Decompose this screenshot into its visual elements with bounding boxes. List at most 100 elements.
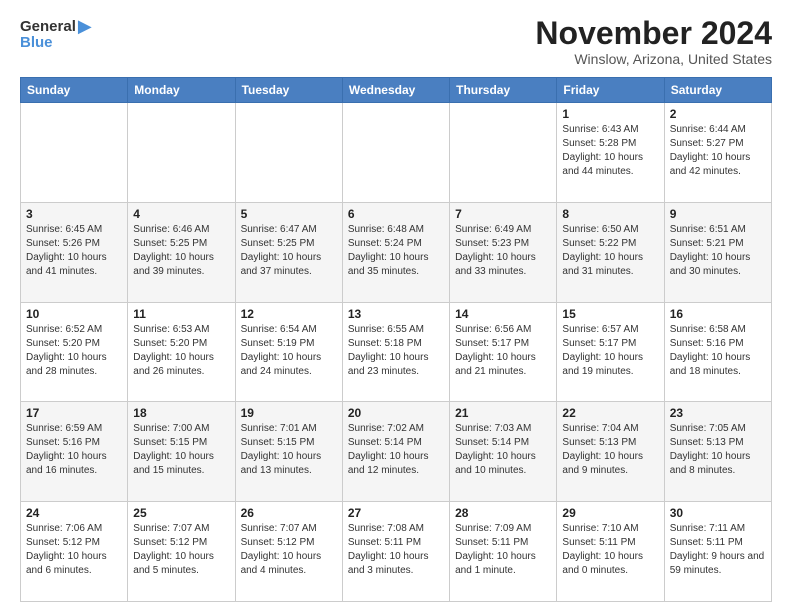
day-number: 5 bbox=[241, 207, 337, 221]
header: General ▶ Blue November 2024 Winslow, Ar… bbox=[20, 16, 772, 67]
calendar-cell: 21 Sunrise: 7:03 AMSunset: 5:14 PMDayligh… bbox=[450, 402, 557, 502]
day-number: 15 bbox=[562, 307, 658, 321]
title-block: November 2024 Winslow, Arizona, United S… bbox=[535, 16, 772, 67]
calendar-cell: 1 Sunrise: 6:43 AMSunset: 5:28 PMDaylight… bbox=[557, 103, 664, 203]
cell-info: Sunrise: 7:04 AMSunset: 5:13 PMDaylight:… bbox=[562, 422, 658, 478]
calendar-cell: 16Sunrise: 6:58 AMSunset: 5:16 PMDayligh… bbox=[664, 302, 771, 402]
day-number: 27 bbox=[348, 506, 444, 520]
calendar-cell: 29 Sunrise: 7:10 AMSunset: 5:11 PMDayligh… bbox=[557, 502, 664, 602]
day-number: 14 bbox=[455, 307, 551, 321]
page: General ▶ Blue November 2024 Winslow, Ar… bbox=[0, 0, 792, 612]
weekday-header-friday: Friday bbox=[557, 78, 664, 103]
cell-info: Sunrise: 7:06 AMSunset: 5:12 PMDaylight:… bbox=[26, 522, 122, 578]
day-number: 11 bbox=[133, 307, 229, 321]
calendar-cell: 26Sunrise: 7:07 AMSunset: 5:12 PMDayligh… bbox=[235, 502, 342, 602]
cell-info: Sunrise: 6:47 AMSunset: 5:25 PMDaylight:… bbox=[241, 223, 337, 279]
weekday-header-monday: Monday bbox=[128, 78, 235, 103]
cell-info: Sunrise: 7:01 AMSunset: 5:15 PMDaylight:… bbox=[241, 422, 337, 478]
calendar-cell bbox=[450, 103, 557, 203]
cell-info: Sunrise: 6:57 AMSunset: 5:17 PMDaylight:… bbox=[562, 323, 658, 379]
calendar-cell: 18Sunrise: 7:00 AMSunset: 5:15 PMDayligh… bbox=[128, 402, 235, 502]
week-row-1: 1 Sunrise: 6:43 AMSunset: 5:28 PMDaylight… bbox=[21, 103, 772, 203]
month-title: November 2024 bbox=[535, 16, 772, 51]
weekday-header-thursday: Thursday bbox=[450, 78, 557, 103]
calendar-cell: 7 Sunrise: 6:49 AMSunset: 5:23 PMDaylight… bbox=[450, 202, 557, 302]
cell-info: Sunrise: 7:08 AMSunset: 5:11 PMDaylight:… bbox=[348, 522, 444, 578]
day-number: 13 bbox=[348, 307, 444, 321]
calendar-cell bbox=[128, 103, 235, 203]
calendar-cell: 13 Sunrise: 6:55 AMSunset: 5:18 PMDayligh… bbox=[342, 302, 449, 402]
week-row-2: 3Sunrise: 6:45 AMSunset: 5:26 PMDaylight… bbox=[21, 202, 772, 302]
calendar-table: SundayMondayTuesdayWednesdayThursdayFrid… bbox=[20, 77, 772, 602]
calendar-cell: 25Sunrise: 7:07 AMSunset: 5:12 PMDayligh… bbox=[128, 502, 235, 602]
calendar-cell: 14 Sunrise: 6:56 AMSunset: 5:17 PMDayligh… bbox=[450, 302, 557, 402]
weekday-header-wednesday: Wednesday bbox=[342, 78, 449, 103]
day-number: 29 bbox=[562, 506, 658, 520]
day-number: 23 bbox=[670, 406, 766, 420]
logo-general-text: General bbox=[20, 18, 76, 35]
cell-info: Sunrise: 6:53 AMSunset: 5:20 PMDaylight:… bbox=[133, 323, 229, 379]
cell-info: Sunrise: 6:56 AMSunset: 5:17 PMDaylight:… bbox=[455, 323, 551, 379]
day-number: 12 bbox=[241, 307, 337, 321]
day-number: 9 bbox=[670, 207, 766, 221]
calendar-cell bbox=[235, 103, 342, 203]
cell-info: Sunrise: 7:02 AMSunset: 5:14 PMDaylight:… bbox=[348, 422, 444, 478]
day-number: 3 bbox=[26, 207, 122, 221]
cell-info: Sunrise: 6:43 AMSunset: 5:28 PMDaylight:… bbox=[562, 123, 658, 179]
day-number: 6 bbox=[348, 207, 444, 221]
week-row-5: 24 Sunrise: 7:06 AMSunset: 5:12 PMDayligh… bbox=[21, 502, 772, 602]
cell-info: Sunrise: 6:58 AMSunset: 5:16 PMDaylight:… bbox=[670, 323, 766, 379]
calendar-cell: 23 Sunrise: 7:05 AMSunset: 5:13 PMDayligh… bbox=[664, 402, 771, 502]
calendar-cell: 22Sunrise: 7:04 AMSunset: 5:13 PMDayligh… bbox=[557, 402, 664, 502]
cell-info: Sunrise: 7:00 AMSunset: 5:15 PMDaylight:… bbox=[133, 422, 229, 478]
calendar-cell: 28 Sunrise: 7:09 AMSunset: 5:11 PMDayligh… bbox=[450, 502, 557, 602]
cell-info: Sunrise: 6:54 AMSunset: 5:19 PMDaylight:… bbox=[241, 323, 337, 379]
cell-info: Sunrise: 7:11 AMSunset: 5:11 PMDaylight:… bbox=[670, 522, 766, 578]
cell-info: Sunrise: 7:07 AMSunset: 5:12 PMDaylight:… bbox=[241, 522, 337, 578]
calendar-cell: 5 Sunrise: 6:47 AMSunset: 5:25 PMDaylight… bbox=[235, 202, 342, 302]
day-number: 8 bbox=[562, 207, 658, 221]
calendar-cell: 2Sunrise: 6:44 AMSunset: 5:27 PMDaylight… bbox=[664, 103, 771, 203]
day-number: 10 bbox=[26, 307, 122, 321]
calendar-cell: 6 Sunrise: 6:48 AMSunset: 5:24 PMDaylight… bbox=[342, 202, 449, 302]
cell-info: Sunrise: 7:09 AMSunset: 5:11 PMDaylight:… bbox=[455, 522, 551, 578]
cell-info: Sunrise: 7:05 AMSunset: 5:13 PMDaylight:… bbox=[670, 422, 766, 478]
calendar-cell: 20 Sunrise: 7:02 AMSunset: 5:14 PMDayligh… bbox=[342, 402, 449, 502]
cell-info: Sunrise: 6:52 AMSunset: 5:20 PMDaylight:… bbox=[26, 323, 122, 379]
calendar-cell: 24 Sunrise: 7:06 AMSunset: 5:12 PMDayligh… bbox=[21, 502, 128, 602]
location: Winslow, Arizona, United States bbox=[535, 51, 772, 67]
cell-info: Sunrise: 6:44 AMSunset: 5:27 PMDaylight:… bbox=[670, 123, 766, 179]
day-number: 19 bbox=[241, 406, 337, 420]
day-number: 20 bbox=[348, 406, 444, 420]
calendar-cell bbox=[342, 103, 449, 203]
weekday-header-row: SundayMondayTuesdayWednesdayThursdayFrid… bbox=[21, 78, 772, 103]
day-number: 17 bbox=[26, 406, 122, 420]
calendar-cell bbox=[21, 103, 128, 203]
day-number: 21 bbox=[455, 406, 551, 420]
day-number: 4 bbox=[133, 207, 229, 221]
weekday-header-saturday: Saturday bbox=[664, 78, 771, 103]
calendar-cell: 3Sunrise: 6:45 AMSunset: 5:26 PMDaylight… bbox=[21, 202, 128, 302]
cell-info: Sunrise: 7:10 AMSunset: 5:11 PMDaylight:… bbox=[562, 522, 658, 578]
day-number: 30 bbox=[670, 506, 766, 520]
calendar-cell: 4 Sunrise: 6:46 AMSunset: 5:25 PMDaylight… bbox=[128, 202, 235, 302]
day-number: 28 bbox=[455, 506, 551, 520]
cell-info: Sunrise: 6:48 AMSunset: 5:24 PMDaylight:… bbox=[348, 223, 444, 279]
logo-blue-text: Blue bbox=[20, 34, 53, 51]
calendar-cell: 10 Sunrise: 6:52 AMSunset: 5:20 PMDayligh… bbox=[21, 302, 128, 402]
cell-info: Sunrise: 6:55 AMSunset: 5:18 PMDaylight:… bbox=[348, 323, 444, 379]
cell-info: Sunrise: 6:46 AMSunset: 5:25 PMDaylight:… bbox=[133, 223, 229, 279]
cell-info: Sunrise: 7:03 AMSunset: 5:14 PMDaylight:… bbox=[455, 422, 551, 478]
day-number: 24 bbox=[26, 506, 122, 520]
calendar-cell: 11 Sunrise: 6:53 AMSunset: 5:20 PMDayligh… bbox=[128, 302, 235, 402]
cell-info: Sunrise: 6:49 AMSunset: 5:23 PMDaylight:… bbox=[455, 223, 551, 279]
day-number: 1 bbox=[562, 107, 658, 121]
weekday-header-tuesday: Tuesday bbox=[235, 78, 342, 103]
day-number: 7 bbox=[455, 207, 551, 221]
day-number: 25 bbox=[133, 506, 229, 520]
cell-info: Sunrise: 6:50 AMSunset: 5:22 PMDaylight:… bbox=[562, 223, 658, 279]
calendar-cell: 19 Sunrise: 7:01 AMSunset: 5:15 PMDayligh… bbox=[235, 402, 342, 502]
calendar-cell: 27 Sunrise: 7:08 AMSunset: 5:11 PMDayligh… bbox=[342, 502, 449, 602]
logo: General ▶ Blue bbox=[20, 16, 92, 51]
calendar-cell: 17Sunrise: 6:59 AMSunset: 5:16 PMDayligh… bbox=[21, 402, 128, 502]
